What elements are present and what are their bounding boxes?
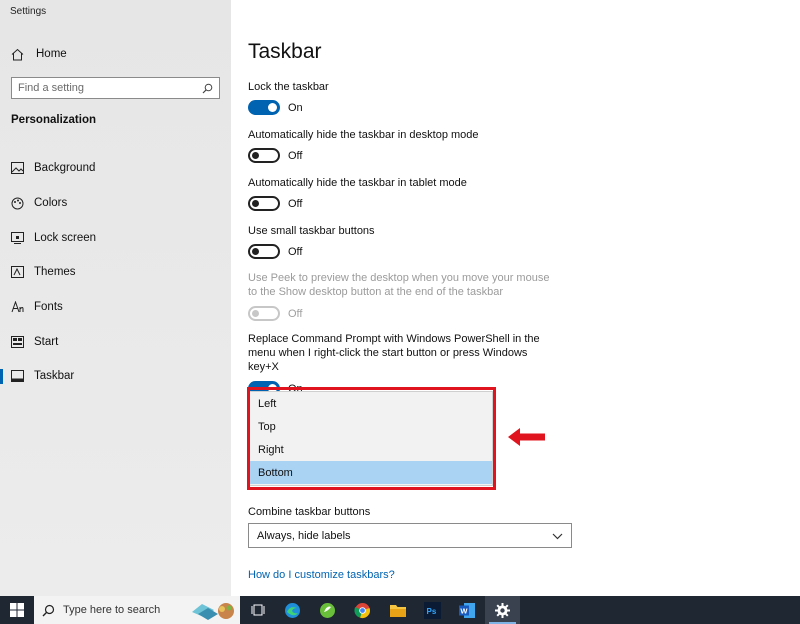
setting-lock-taskbar: Lock the taskbar On: [248, 80, 578, 115]
setting-label: Replace Command Prompt with Windows Powe…: [248, 333, 540, 373]
lock-screen-icon: [10, 231, 24, 245]
search-icon: [42, 604, 55, 616]
search-highlight-icon: [192, 603, 234, 620]
setting-autohide-tablet: Automatically hide the taskbar in tablet…: [248, 176, 578, 211]
sidebar-item-label: Lock screen: [34, 231, 97, 244]
app-button[interactable]: [310, 596, 345, 624]
arrow-left-icon: [508, 428, 545, 446]
sidebar-item-label: Colors: [34, 197, 68, 210]
toggle-state: Off: [288, 197, 303, 210]
sidebar-item-label: Background: [34, 162, 96, 175]
taskbar-icon: [10, 369, 24, 383]
sidebar-item-start[interactable]: Start: [0, 324, 231, 359]
setting-label: Use Peek to preview the desktop when you…: [248, 272, 550, 298]
app-icon: [320, 602, 335, 618]
task-view-button[interactable]: [240, 596, 275, 624]
toggle-switch[interactable]: [248, 244, 280, 259]
start-icon: [10, 335, 24, 349]
svg-text:Ps: Ps: [427, 607, 437, 616]
app-title: Settings: [10, 6, 47, 17]
nav-home[interactable]: Home: [10, 44, 220, 64]
search-input[interactable]: [18, 82, 201, 94]
setting-label: Automatically hide the taskbar in deskto…: [248, 129, 479, 141]
dropdown-option-right[interactable]: Right: [250, 438, 492, 461]
section-title: Personalization: [11, 114, 96, 126]
setting-label: Lock the taskbar: [248, 81, 329, 93]
file-explorer-icon: [389, 604, 406, 617]
file-explorer-button[interactable]: [380, 596, 415, 624]
sidebar-item-label: Fonts: [34, 301, 63, 314]
windows-logo-icon: [10, 603, 24, 617]
setting-autohide-desktop: Automatically hide the taskbar in deskto…: [248, 128, 578, 163]
setting-small-buttons: Use small taskbar buttons Off: [248, 224, 578, 259]
themes-icon: [10, 265, 24, 279]
photoshop-icon: Ps: [424, 601, 441, 619]
page-title: Taskbar: [248, 40, 322, 63]
settings-button[interactable]: [485, 596, 520, 624]
combine-label: Combine taskbar buttons: [248, 506, 371, 518]
home-icon: [10, 47, 24, 61]
help-link[interactable]: How do I customize taskbars?: [248, 569, 395, 581]
edge-icon: [285, 602, 300, 618]
sidebar-item-taskbar[interactable]: Taskbar: [0, 359, 231, 394]
nav-list: Background Colors Lock screen Themes Fon…: [0, 151, 231, 394]
nav-home-label: Home: [36, 48, 67, 60]
word-icon: W: [459, 602, 475, 618]
image-icon: [10, 161, 24, 175]
main-content: Taskbar Lock the taskbar On Automaticall…: [231, 0, 800, 596]
toggle-switch[interactable]: [248, 148, 280, 163]
photoshop-button[interactable]: Ps: [415, 596, 450, 624]
taskbar-search[interactable]: Type here to search: [34, 596, 240, 624]
toggle-switch[interactable]: [248, 196, 280, 211]
windows-taskbar: Type here to search Ps W: [0, 596, 800, 624]
sidebar-item-label: Start: [34, 335, 59, 348]
sidebar-item-themes[interactable]: Themes: [0, 255, 231, 290]
svg-text:W: W: [460, 606, 468, 615]
task-view-icon: [251, 604, 264, 616]
taskbar-location-dropdown: Left Top Right Bottom: [249, 391, 493, 486]
toggle-state: On: [288, 101, 303, 114]
sidebar-item-fonts[interactable]: Fonts: [0, 290, 231, 325]
toggle-state: Off: [288, 245, 303, 258]
sidebar-item-colors[interactable]: Colors: [0, 186, 231, 221]
toggle-switch[interactable]: [248, 100, 280, 115]
chrome-icon: [354, 602, 370, 618]
sidebar-item-background[interactable]: Background: [0, 151, 231, 186]
setting-label: Use small taskbar buttons: [248, 225, 375, 237]
dropdown-option-left[interactable]: Left: [250, 392, 492, 415]
sidebar-item-lock-screen[interactable]: Lock screen: [0, 220, 231, 255]
start-button[interactable]: [0, 596, 34, 624]
sidebar: Settings Home Personalization Background…: [0, 0, 231, 596]
fonts-icon: [10, 300, 24, 314]
combine-select[interactable]: Always, hide labels: [248, 523, 572, 548]
word-button[interactable]: W: [450, 596, 485, 624]
palette-icon: [10, 196, 24, 210]
chrome-button[interactable]: [345, 596, 380, 624]
dropdown-option-top[interactable]: Top: [250, 415, 492, 438]
setting-powershell: Replace Command Prompt with Windows Powe…: [248, 332, 548, 396]
setting-label: Automatically hide the taskbar in tablet…: [248, 177, 467, 189]
sidebar-item-label: Taskbar: [34, 370, 75, 383]
setting-peek: Use Peek to preview the desktop when you…: [248, 271, 558, 321]
dropdown-option-bottom[interactable]: Bottom: [250, 461, 492, 484]
edge-button[interactable]: [275, 596, 310, 624]
search-icon[interactable]: [201, 82, 213, 94]
search-box[interactable]: [11, 77, 220, 99]
toggle-state: Off: [288, 149, 303, 162]
toggle-switch: [248, 306, 280, 321]
settings-icon: [495, 602, 510, 618]
taskbar-search-text: Type here to search: [63, 604, 161, 616]
sidebar-item-label: Themes: [34, 266, 76, 279]
chevron-down-icon: [552, 529, 563, 543]
combine-select-value: Always, hide labels: [257, 529, 351, 542]
toggle-state: Off: [288, 307, 303, 320]
